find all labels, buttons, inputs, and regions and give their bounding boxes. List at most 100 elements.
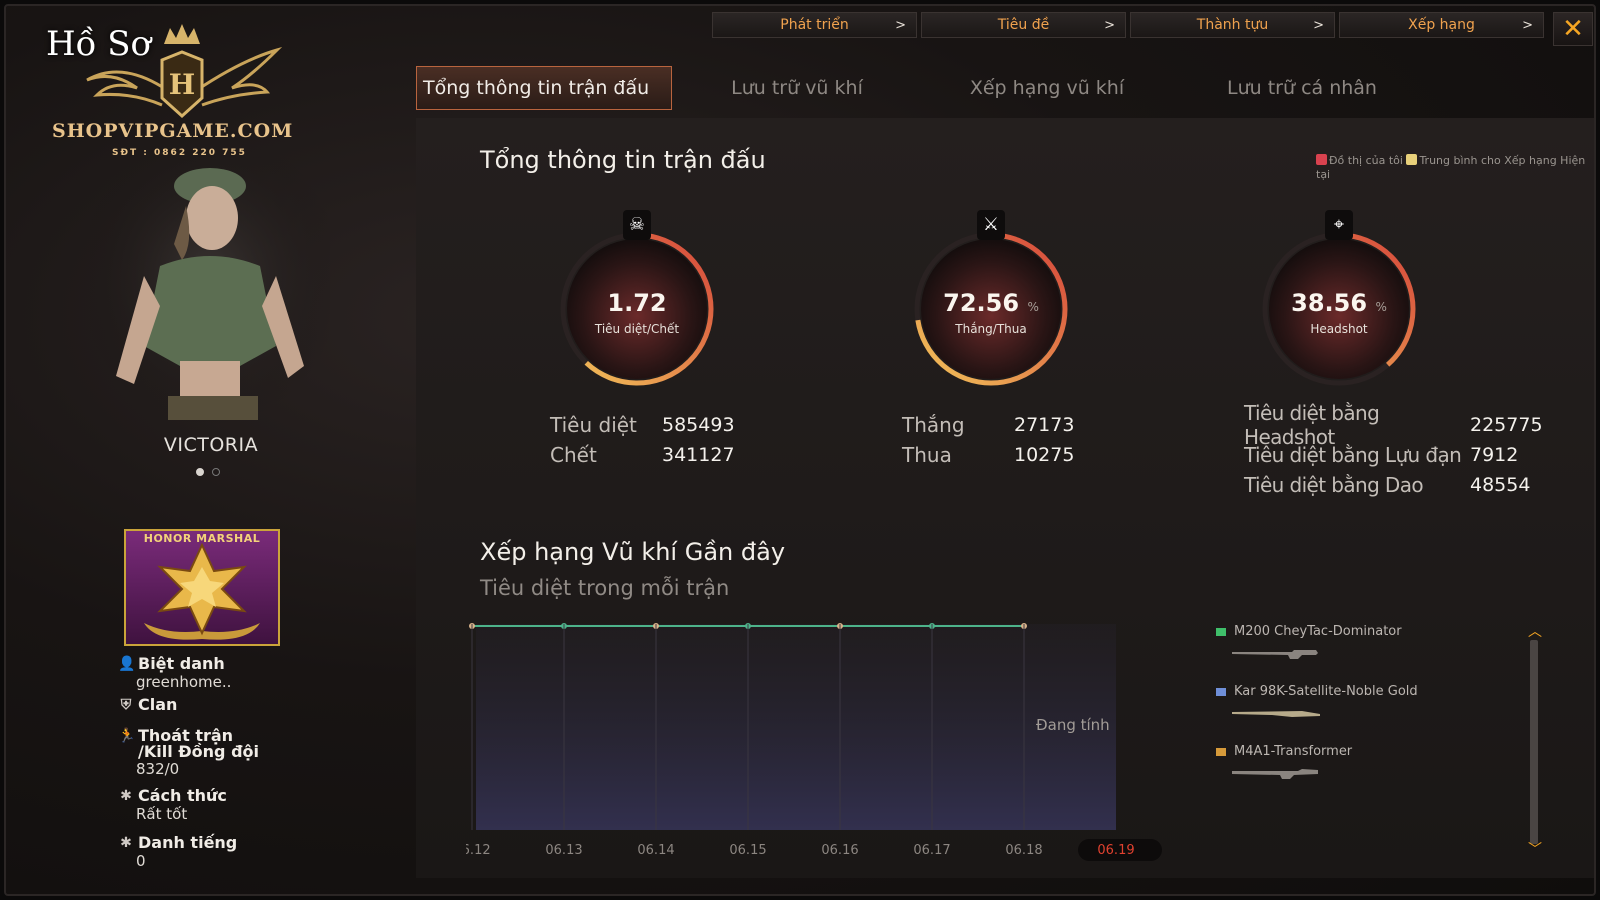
menu-label: Tiêu đề	[997, 17, 1050, 33]
skull-crossbones-icon: ☠	[623, 210, 651, 240]
top-menu: Phát triển > Tiêu đề > Thành tựu > Xếp h…	[712, 12, 1544, 38]
list-item[interactable]: Kar 98K-Satellite-Noble Gold	[1216, 684, 1556, 744]
hs-kills-label: Tiêu diệt bằng Headshot	[1244, 401, 1380, 449]
fame-value: 0	[136, 852, 146, 870]
pager-dot[interactable]	[212, 468, 220, 476]
scroll-down-icon[interactable]: ﹀	[1528, 843, 1542, 857]
menu-label: Xếp hạng	[1408, 17, 1475, 33]
tab-match-summary[interactable]: Tổng thông tin trận đấu	[416, 66, 672, 110]
chart-area	[476, 624, 1116, 830]
menu-label: Thành tựu	[1196, 17, 1269, 33]
chevron-right-icon: >	[895, 17, 906, 33]
nickname-label: Biệt danh	[138, 654, 225, 673]
svg-text:H: H	[169, 68, 195, 101]
chevron-right-icon: >	[1313, 17, 1324, 33]
menu-development[interactable]: Phát triển >	[712, 12, 917, 38]
date-tick-label[interactable]: 06.18	[1005, 843, 1042, 858]
legend-swatch-mine	[1316, 154, 1327, 165]
date-tick-label[interactable]: 06.15	[729, 843, 766, 858]
gauge-label: Thắng/Thua	[955, 322, 1027, 336]
crosshair-icon: ⌖	[1325, 210, 1353, 240]
chart-legend: Đồ thị của tôi Trung bình cho Xếp hạng H…	[1316, 154, 1586, 182]
date-tick-label[interactable]: 06.19	[1097, 843, 1134, 858]
sniper-rifle-icon	[1232, 650, 1318, 659]
grenade-kills-value: 7912	[1470, 444, 1519, 466]
wins-label: Thắng	[902, 413, 965, 437]
gauge-headshot: ⌖ 38.56 % Headshot	[1254, 210, 1424, 394]
running-man-icon: 🏃	[118, 728, 136, 744]
scroll-up-icon[interactable]: ︿	[1528, 625, 1542, 639]
style-value: Rất tốt	[136, 805, 188, 823]
scroll-track[interactable]	[1530, 640, 1538, 844]
gauge-winrate: ⚔ 72.56 % Thắng/Thua	[906, 210, 1076, 394]
weapon-color-swatch	[1216, 748, 1226, 756]
pager-dot-active[interactable]	[196, 468, 204, 476]
gauge-value: 72.56 %	[906, 289, 1076, 317]
special-kill-stats: Tiêu diệt bằng Headshot 225775 Tiêu diệt …	[1244, 401, 1543, 500]
logo: H Hồ Sơ SHOPVIPGAME.COM SĐT : 0862 220 7…	[42, 20, 312, 170]
chevron-right-icon: >	[1522, 17, 1533, 33]
gauge-unit: %	[1375, 300, 1387, 314]
kills-label: Tiêu diệt	[550, 413, 637, 437]
panel-title: Tổng thông tin trận đấu	[480, 146, 766, 174]
deaths-value: 341127	[662, 444, 735, 466]
date-tick-label[interactable]: 06.17	[913, 843, 950, 858]
menu-label: Phát triển	[780, 17, 849, 33]
tab-weapon-ranking[interactable]: Xếp hạng vũ khí	[922, 66, 1172, 110]
user-icon: 👤	[118, 655, 136, 672]
kills-value: 585493	[662, 414, 735, 436]
weapon-color-swatch	[1216, 628, 1226, 636]
menu-achievements[interactable]: Thành tựu >	[1130, 12, 1335, 38]
tab-bar: Tổng thông tin trận đấu Lưu trữ vũ khí X…	[416, 66, 1432, 110]
weapon-list-scrollbar[interactable]: ︿ ﹀	[1528, 625, 1542, 857]
clan-label: Clan	[138, 695, 178, 714]
assault-rifle-icon	[1232, 769, 1318, 779]
date-tick-label[interactable]: 06.13	[545, 843, 582, 858]
kd-value: 1.72	[607, 289, 667, 317]
grenade-kills-label: Tiêu diệt bằng Lựu đạn	[1244, 443, 1462, 467]
recent-weapons-subtitle: Tiêu diệt trong mỗi trận	[480, 576, 730, 600]
gauge-value: 38.56 %	[1254, 289, 1424, 317]
tab-personal-archive[interactable]: Lưu trữ cá nhân	[1172, 66, 1432, 110]
recent-kills-chart: 06.12 06.13 06.14 06.15 06.16 06.17 06.18 06.19	[466, 623, 1162, 861]
quit-label: Thoát trận /Kill Đồng đội	[138, 726, 260, 761]
gauge-kd: ☠ 1.72 Tiêu diệt/Chết	[552, 210, 722, 394]
kill-death-stats: Tiêu diệt 585493 Chết 341127	[550, 410, 735, 470]
list-item[interactable]: M200 CheyTac-Dominator	[1216, 624, 1556, 684]
character-pager	[196, 468, 220, 476]
crossed-swords-icon: ⚔	[977, 210, 1005, 240]
close-button[interactable]: ✕	[1553, 12, 1593, 46]
weapon-list: M200 CheyTac-Dominator Kar 98K-Satellite…	[1216, 624, 1556, 804]
recent-weapons-title: Xếp hạng Vũ khí Gần đây	[480, 538, 786, 566]
menu-titles[interactable]: Tiêu đề >	[921, 12, 1126, 38]
close-icon: ✕	[1562, 14, 1584, 44]
character-name: VICTORIA	[163, 434, 259, 456]
character-portrait	[90, 156, 330, 426]
win-loss-stats: Thắng 27173 Thua 10275	[902, 410, 1074, 470]
gauge-unit: %	[1027, 300, 1039, 314]
knife-kills-value: 48554	[1470, 474, 1531, 496]
style-label: Cách thức	[138, 786, 227, 805]
knife-kills-label: Tiêu diệt bằng Dao	[1244, 473, 1424, 497]
quit-value: 832/0	[136, 760, 180, 778]
date-tick-label[interactable]: 06.14	[637, 843, 674, 858]
rank-title: HONOR MARSHAL	[143, 532, 261, 545]
legend-mine: Đồ thị của tôi	[1329, 154, 1403, 167]
gear-icon: ✱	[120, 834, 132, 851]
rank-badge: HONOR MARSHAL	[124, 529, 280, 646]
gauge-value: 1.72	[552, 289, 722, 317]
losses-value: 10275	[1014, 444, 1075, 466]
clan-icon: ⛨	[120, 696, 132, 713]
gauge-label: Headshot	[1310, 322, 1368, 336]
tab-weapon-archive[interactable]: Lưu trữ vũ khí	[672, 66, 922, 110]
bolt-action-rifle-icon	[1232, 711, 1320, 717]
list-item[interactable]: M4A1-Transformer	[1216, 744, 1556, 804]
headshot-value: 38.56	[1291, 289, 1368, 317]
date-tick-label[interactable]: 06.12	[466, 843, 491, 858]
menu-ranking[interactable]: Xếp hạng >	[1339, 12, 1544, 38]
hs-kills-value: 225775	[1470, 414, 1543, 436]
gauge-label: Tiêu diệt/Chết	[594, 322, 680, 336]
window-title: Hồ Sơ	[46, 24, 152, 64]
fame-label: Danh tiếng	[138, 833, 238, 852]
date-tick-label[interactable]: 06.16	[821, 843, 858, 858]
